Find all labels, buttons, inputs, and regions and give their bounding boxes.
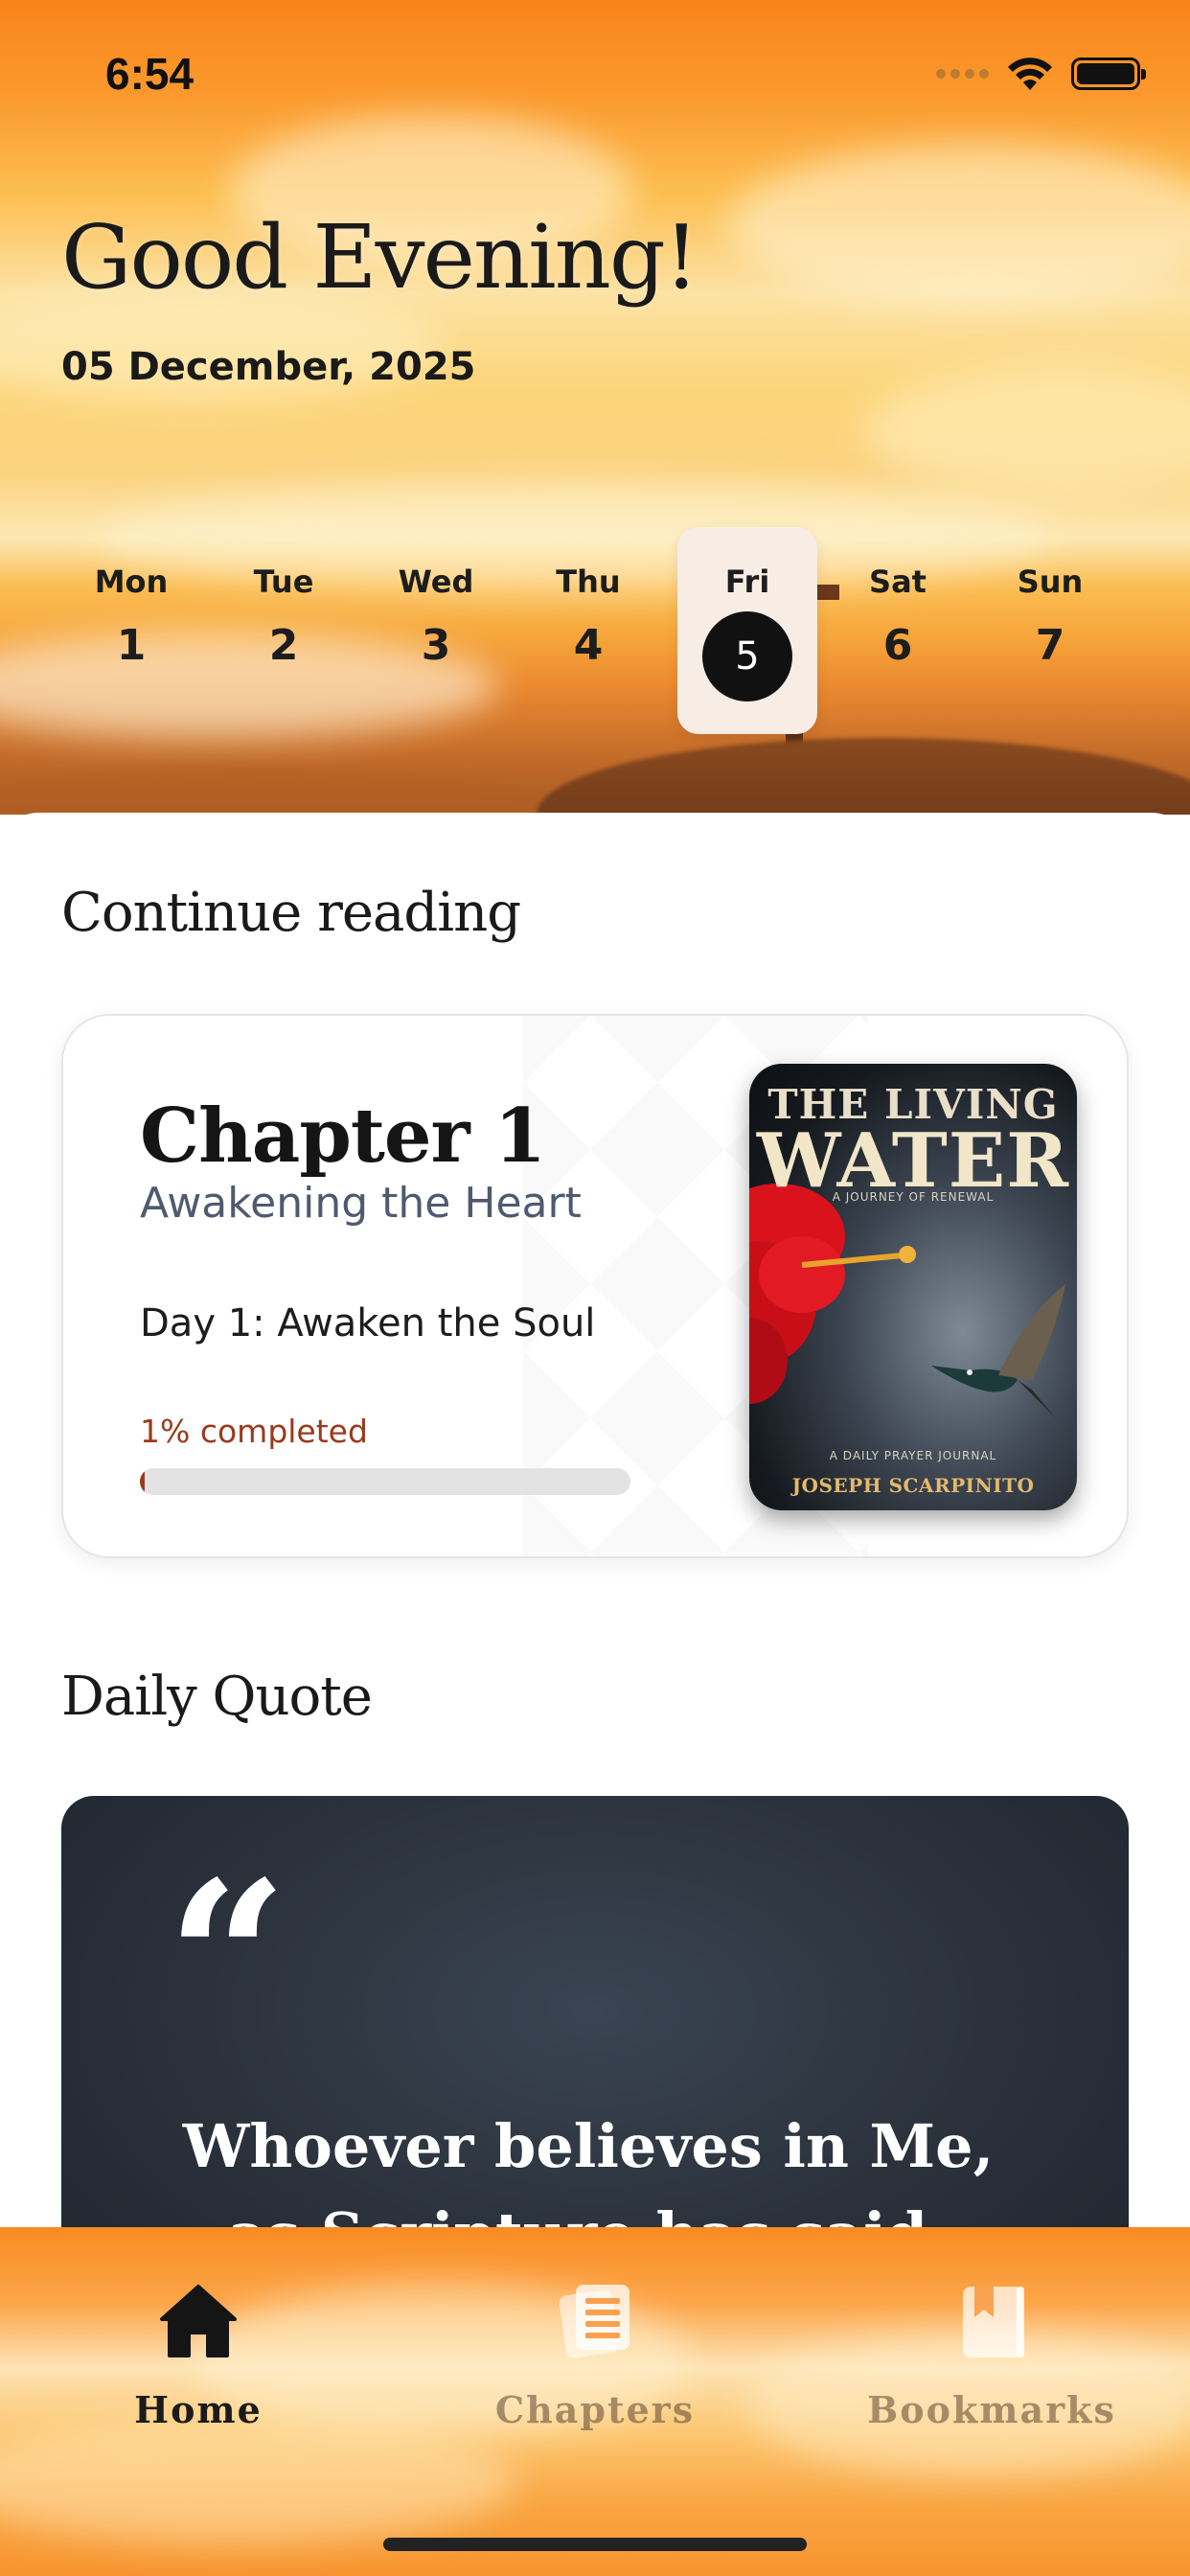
book-tagline2: A DAILY PRAYER JOURNAL [829,1449,997,1462]
tab-home[interactable]: Home [55,2275,342,2431]
header-banner: 6:54 Good Evening! 05 December, 2025 Mon… [0,0,1190,815]
day-sat[interactable]: Sat 6 [828,527,968,734]
cloud [728,144,1190,307]
chapter-subtitle: Awakening the Heart [140,1179,582,1228]
cellular-signal-icon [936,69,989,79]
day-name: Sun [1017,564,1084,600]
greeting-title: Good Evening! [61,206,699,309]
day-fri-selected[interactable]: Fri 5 [677,527,817,734]
bookmarks-icon [963,2287,1024,2358]
day-sun[interactable]: Sun 7 [980,527,1120,734]
tab-chapters[interactable]: Chapters [451,2275,739,2431]
tab-label: Chapters [494,2388,696,2431]
home-icon [160,2285,237,2358]
chapters-icon [559,2285,629,2358]
status-time: 6:54 [105,49,195,99]
day-thu[interactable]: Thu 4 [518,527,658,734]
day-number: 6 [882,621,913,670]
day-number: 3 [421,621,451,670]
day-title: Day 1: Awaken the Soul [140,1301,596,1346]
home-indicator [383,2538,807,2551]
current-date: 05 December, 2025 [61,345,476,389]
continue-reading-title: Continue reading [61,882,521,944]
book-tagline: A JOURNEY OF RENEWAL [832,1190,995,1204]
book-author: JOSEPH SCARPINITO [791,1474,1035,1497]
tab-bookmarks[interactable]: Bookmarks [848,2275,1135,2431]
day-tue[interactable]: Tue 2 [214,527,354,734]
progress-bar [140,1468,630,1495]
hummingbird-image [931,1284,1065,1418]
progress-fill [140,1468,146,1495]
day-number: 5 [702,611,792,702]
day-name: Fri [724,564,770,600]
tab-label: Bookmarks [867,2388,1116,2431]
day-wed[interactable]: Wed 3 [366,527,506,734]
day-name: Tue [253,564,314,600]
hill [537,738,1190,815]
quote-mark-icon: “ [167,1834,288,2082]
status-icons [936,56,1146,92]
day-name: Wed [398,564,474,600]
day-number: 7 [1035,621,1065,670]
wifi-icon [1008,58,1052,90]
day-number: 1 [116,621,147,670]
battery-icon [1071,58,1146,90]
continue-reading-card[interactable]: Chapter 1 Awakening the Heart Day 1: Awa… [61,1014,1129,1558]
cloud [862,364,1190,498]
day-mon[interactable]: Mon 1 [61,527,201,734]
daily-quote-title: Daily Quote [61,1666,373,1728]
hill-shadow [0,767,575,815]
week-day-selector: Mon 1 Tue 2 Wed 3 Thu 4 Fri 5 Sat 6 Sun … [61,527,1129,734]
day-number: 4 [573,621,604,670]
book-cover[interactable]: THE LIVING WATER A JOURNEY OF RENEWAL A … [749,1064,1077,1510]
chapter-title: Chapter 1 [140,1092,546,1180]
progress-label: 1% completed [140,1413,368,1450]
day-number: 2 [268,621,299,670]
tab-label: Home [134,2388,263,2431]
day-name: Thu [556,564,621,600]
day-name: Sat [869,564,927,600]
tab-bar: Home Chapters Bookmarks [0,2227,1190,2576]
day-name: Mon [94,564,169,600]
